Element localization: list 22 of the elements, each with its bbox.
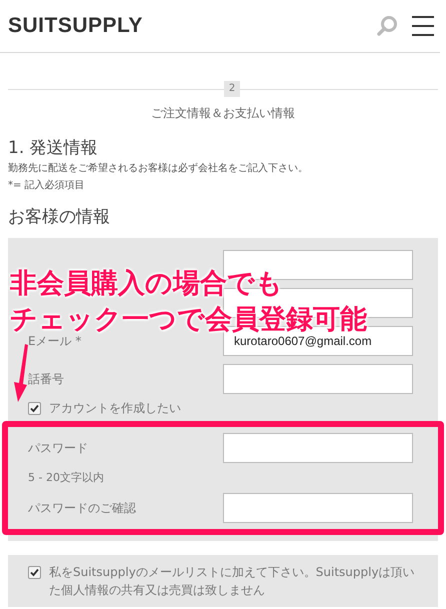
field-label: パスワードのご確認	[28, 500, 137, 516]
checkbox[interactable]	[28, 402, 41, 415]
note-text: 勤務先に配送をご希望されるお客様は必ず会社名をご記入下さい。	[8, 162, 309, 176]
note-text: *= 記入必須項目	[8, 178, 86, 193]
checkbox-label: アカウントを作成したい	[49, 400, 181, 417]
annotation-text: 非会員購入の場合でも	[10, 267, 284, 301]
search-icon[interactable]	[376, 15, 398, 37]
step-number: 2	[224, 81, 240, 97]
logo[interactable]: SUITSUPPLY	[8, 14, 376, 38]
section-heading: お客様の情報	[8, 206, 111, 228]
field-label: 話番号	[28, 370, 64, 388]
checkbox[interactable]	[28, 566, 41, 579]
step-title: ご注文情報＆お支払い情報	[150, 105, 296, 122]
input-field[interactable]	[223, 364, 413, 394]
input-field[interactable]	[223, 493, 413, 523]
section-heading: 1. 発送情報	[8, 137, 99, 159]
arrow-icon	[14, 344, 28, 402]
input-field[interactable]	[223, 433, 413, 463]
checkbox-label: 私をSuitsupplyのメールリストに加えて下さい。Suitsupplyは頂いた個人情報の共有又は売買は致しません	[49, 564, 416, 599]
hint-text: 5 - 20文字以内	[27, 470, 105, 486]
menu-icon[interactable]	[412, 16, 434, 36]
field-label: パスワード	[28, 440, 89, 456]
